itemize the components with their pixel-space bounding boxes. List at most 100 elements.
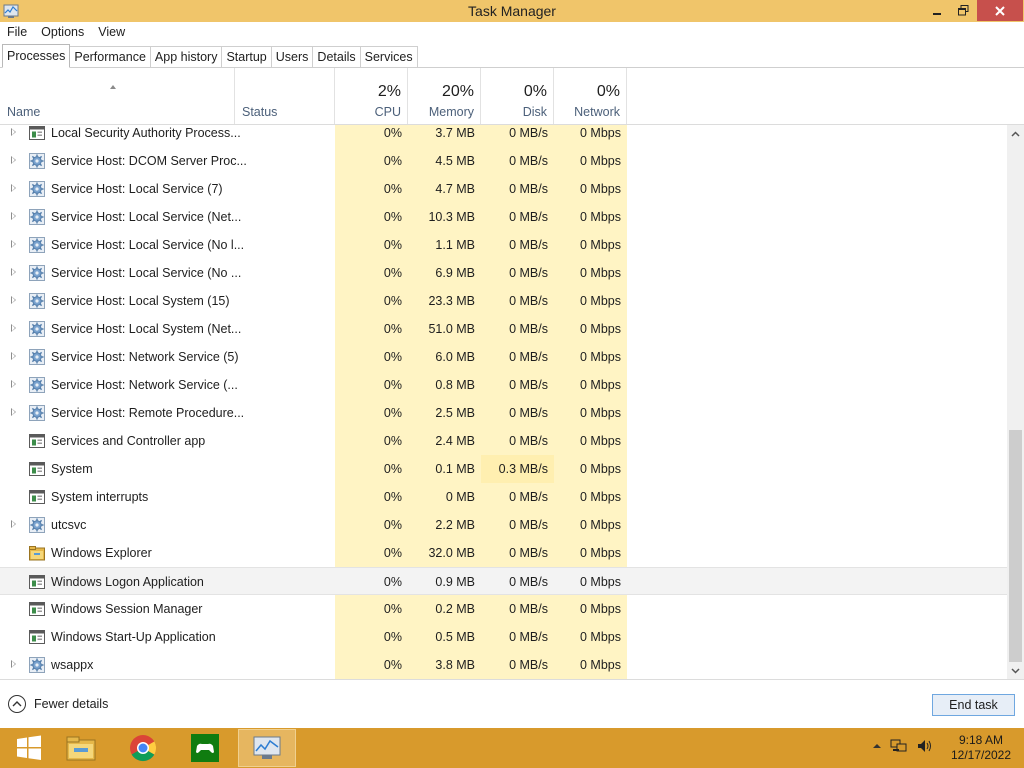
show-hidden-icons-chevron-icon[interactable] [872,741,882,751]
process-row[interactable]: Service Host: Local System (Net... 0% 51.0… [0,315,1007,343]
process-row[interactable]: wsappx 0% 3.8 MB 0 MB/s 0 Mbps [0,651,1007,679]
process-name: Service Host: Local Service (No ... [51,266,242,280]
memory-value: 2.5 MB [435,406,475,420]
cpu-column-header[interactable]: 2% CPU [335,68,408,124]
expand-arrow-icon[interactable] [11,240,16,248]
scroll-up-arrow-icon[interactable] [1011,130,1020,139]
name-column-header[interactable]: Name [0,68,235,124]
expand-arrow-icon[interactable] [11,380,16,388]
process-row[interactable]: Service Host: DCOM Server Proc... 0% 4.5 M… [0,147,1007,175]
scrollbar-thumb[interactable] [1009,430,1022,662]
process-row[interactable]: Service Host: Local Service (Net... 0% 10.… [0,203,1007,231]
memory-column-header[interactable]: 20% Memory [408,68,481,124]
network-value: 0 Mbps [580,378,621,392]
process-row[interactable]: Service Host: Network Service (5) 0% 6.0 M… [0,343,1007,371]
cpu-value: 0% [383,602,402,616]
sort-ascending-icon [110,85,116,89]
expand-arrow-icon[interactable] [11,324,16,332]
process-name: Services and Controller app [51,434,206,448]
process-name: Service Host: DCOM Server Proc... [51,154,247,168]
menu-view[interactable]: View [91,23,132,43]
tab-processes[interactable]: Processes [2,44,71,68]
process-row[interactable]: Local Security Authority Process... 0% 3.7… [0,119,1007,147]
gear-icon [29,237,45,253]
tab-startup[interactable]: Startup [222,46,272,68]
disk-value: 0 MB/s [509,210,548,224]
network-icon[interactable] [890,738,908,754]
network-value: 0 Mbps [580,462,621,476]
disk-value: 0 MB/s [509,406,548,420]
close-button[interactable] [977,0,1023,21]
gear-icon [29,321,45,337]
tab-details[interactable]: Details [313,46,361,68]
process-row[interactable]: Service Host: Local Service (No ... 0% 6.9… [0,259,1007,287]
windows-start-icon [17,735,41,760]
expand-arrow-icon[interactable] [11,352,16,360]
disk-column-header[interactable]: 0% Disk [481,68,554,124]
folder-icon [29,546,45,561]
tab-services[interactable]: Services [360,46,418,68]
menu-options[interactable]: Options [34,23,91,43]
network-value: 0 Mbps [580,350,621,364]
process-name: Windows Start-Up Application [51,630,216,644]
process-row[interactable]: Service Host: Network Service (... 0% 0.8 … [0,371,1007,399]
expand-arrow-icon[interactable] [11,212,16,220]
process-row[interactable]: Service Host: Local System (15) 0% 23.3 MB… [0,287,1007,315]
process-row[interactable]: Service Host: Remote Procedure... 0% 2.5 M… [0,399,1007,427]
process-row[interactable]: Windows Session Manager 0% 0.2 MB 0 MB/s 0 M… [0,595,1007,623]
expand-arrow-icon[interactable] [11,268,16,276]
expand-arrow-icon[interactable] [11,660,16,668]
expand-arrow-icon[interactable] [11,128,16,136]
clock[interactable]: 9:18 AM 12/17/2022 [948,733,1014,763]
end-task-button[interactable]: End task [932,694,1015,716]
cpu-value: 0% [383,266,402,280]
restore-button[interactable] [948,0,978,21]
expand-arrow-icon[interactable] [11,156,16,164]
status-column-header[interactable]: Status [235,68,335,124]
expand-arrow-icon[interactable] [11,296,16,304]
process-name: wsappx [51,658,94,672]
vertical-scrollbar[interactable] [1007,125,1024,679]
expand-arrow-icon[interactable] [11,408,16,416]
network-column-header[interactable]: 0% Network [554,68,627,124]
cpu-value: 0% [383,294,402,308]
tab-app-history[interactable]: App history [150,46,223,68]
process-row[interactable]: System interrupts 0% 0 MB 0 MB/s 0 Mbps [0,483,1007,511]
process-row[interactable]: Windows Explorer 0% 32.0 MB 0 MB/s 0 Mbps [0,539,1007,567]
chevron-up-circle-icon [8,695,26,713]
start-button[interactable] [0,729,58,767]
clock-date: 12/17/2022 [950,748,1012,762]
network-value: 0 Mbps [580,126,621,140]
process-row[interactable]: Service Host: Local Service (No l... 0% 1.… [0,231,1007,259]
network-value: 0 Mbps [580,266,621,280]
network-value: 0 Mbps [580,154,621,168]
volume-icon[interactable] [916,738,934,754]
close-icon [995,5,1005,16]
tab-performance[interactable]: Performance [70,46,151,68]
process-row[interactable]: Service Host: Local Service (7) 0% 4.7 MB 0… [0,175,1007,203]
disk-value: 0 MB/s [509,266,548,280]
fewer-details-toggle[interactable]: Fewer details [8,695,108,713]
cpu-total-percent: 2% [377,83,401,100]
process-name: Service Host: Local System (Net... [51,322,242,336]
process-name: Windows Explorer [51,546,152,560]
taskbar-chrome[interactable] [114,729,172,767]
scroll-down-arrow-icon[interactable] [1011,666,1020,675]
taskbar-xbox[interactable] [176,729,234,767]
app-icon [29,575,45,589]
file-explorer-icon [66,736,96,761]
tab-users[interactable]: Users [271,46,314,68]
taskbar-task-manager[interactable] [238,729,296,767]
process-row[interactable]: Services and Controller app 0% 2.4 MB 0 MB/… [0,427,1007,455]
menu-file[interactable]: File [0,23,34,43]
memory-header-label: Memory [428,105,474,119]
cpu-header-label: CPU [374,105,401,119]
expand-arrow-icon[interactable] [11,520,16,528]
expand-arrow-icon[interactable] [11,184,16,192]
process-row[interactable]: System 0% 0.1 MB 0.3 MB/s 0 Mbps [0,455,1007,483]
taskbar-file-explorer[interactable] [52,729,110,767]
cpu-value: 0% [383,210,402,224]
process-row[interactable]: utcsvc 0% 2.2 MB 0 MB/s 0 Mbps [0,511,1007,539]
process-row[interactable]: Windows Logon Application 0% 0.9 MB 0 MB/s 0… [0,567,1007,595]
process-row[interactable]: Windows Start-Up Application 0% 0.5 MB 0 MB… [0,623,1007,651]
